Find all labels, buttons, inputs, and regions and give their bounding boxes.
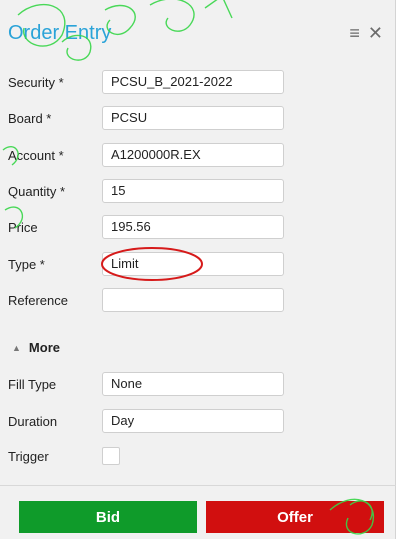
duration-row: Duration Day — [8, 409, 284, 433]
footer-divider — [0, 485, 396, 486]
type-row: Type * Limit — [8, 252, 284, 276]
security-field[interactable]: PCSU_B_2021-2022 — [102, 70, 284, 94]
fill-type-field[interactable]: None — [102, 372, 284, 396]
board-label: Board * — [8, 110, 52, 126]
quantity-label: Quantity * — [8, 183, 66, 199]
quantity-field[interactable]: 15 — [102, 179, 284, 203]
order-entry-panel: Order Entry ≡ ✕ Security * PCSU_B_2021-2… — [0, 0, 396, 539]
panel-title: Order Entry — [8, 22, 112, 44]
security-label: Security * — [8, 74, 64, 90]
type-field[interactable]: Limit — [102, 252, 284, 276]
board-row: Board * PCSU — [8, 106, 284, 130]
more-label: More — [28, 340, 60, 355]
hamburger-menu-icon[interactable]: ≡ — [349, 24, 360, 42]
offer-button[interactable]: Offer — [206, 501, 384, 533]
fill-type-label: Fill Type — [8, 376, 57, 392]
trigger-row: Trigger — [8, 444, 120, 468]
bid-button[interactable]: Bid — [19, 501, 197, 533]
price-row: Price 195.56 — [8, 215, 284, 239]
account-field[interactable]: A1200000R.EX — [102, 143, 284, 167]
trigger-checkbox[interactable] — [102, 447, 120, 465]
reference-field[interactable] — [102, 288, 284, 312]
more-toggle[interactable]: ▲ More — [12, 340, 60, 355]
reference-row: Reference — [8, 288, 284, 312]
duration-field[interactable]: Day — [102, 409, 284, 433]
type-label: Type * — [8, 256, 45, 272]
security-row: Security * PCSU_B_2021-2022 — [8, 70, 284, 94]
duration-label: Duration — [8, 413, 58, 429]
account-row: Account * A1200000R.EX — [8, 143, 284, 167]
fill-type-row: Fill Type None — [8, 372, 284, 396]
caret-up-icon: ▲ — [12, 342, 21, 353]
quantity-row: Quantity * 15 — [8, 179, 284, 203]
close-icon[interactable]: ✕ — [368, 24, 383, 42]
reference-label: Reference — [8, 292, 68, 308]
price-label: Price — [8, 219, 38, 235]
price-field[interactable]: 195.56 — [102, 215, 284, 239]
account-label: Account * — [8, 147, 64, 163]
trigger-label: Trigger — [8, 448, 49, 464]
header-actions: ≡ ✕ — [349, 24, 383, 42]
board-field[interactable]: PCSU — [102, 106, 284, 130]
